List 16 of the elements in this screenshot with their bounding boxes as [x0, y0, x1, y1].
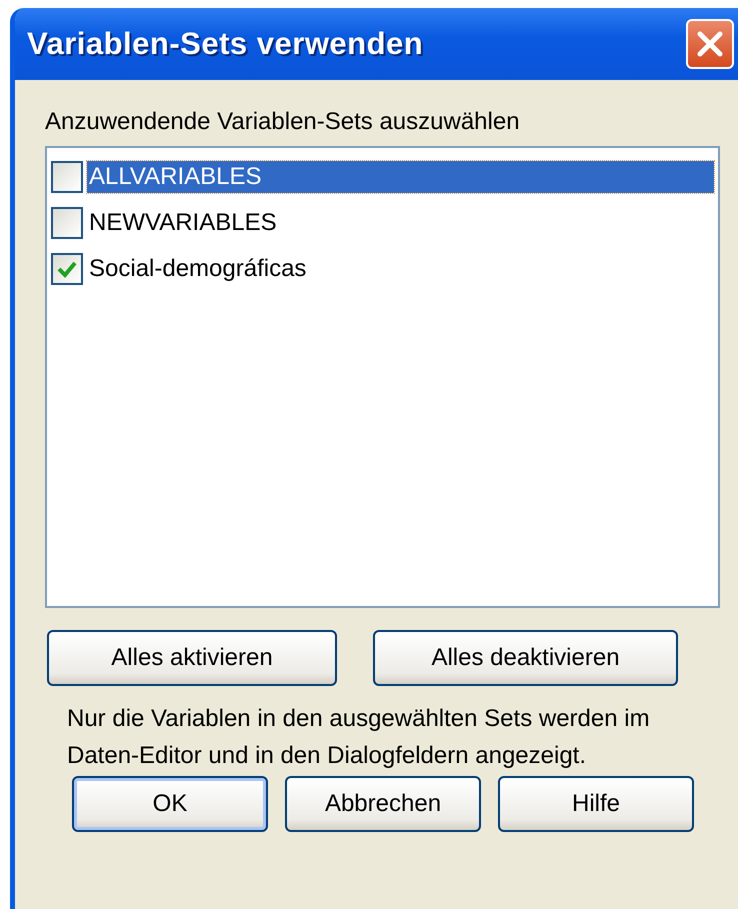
- dialog-button[interactable]: Hilfe: [498, 776, 694, 832]
- dialog-button[interactable]: OK: [72, 776, 268, 832]
- deactivate-all-button[interactable]: Alles deaktivieren: [373, 630, 678, 686]
- activate-all-button[interactable]: Alles aktivieren: [47, 630, 337, 686]
- list-item[interactable]: Social-demográficas: [87, 253, 714, 285]
- list-item[interactable]: NEWVARIABLES: [87, 207, 714, 239]
- list-label: Anzuwendende Variablen-Sets auszuwählen: [45, 108, 521, 136]
- checkbox[interactable]: [51, 207, 83, 239]
- checkbox[interactable]: [51, 253, 83, 285]
- list-item[interactable]: ALLVARIABLES: [87, 161, 714, 193]
- checkbox[interactable]: [51, 161, 83, 193]
- close-icon: [695, 29, 725, 59]
- info-text: Nur die Variablen in den ausgewählten Sets werden im Daten-Editor und in den Dialogfeldern angezeigt.: [67, 704, 651, 771]
- window-title: Variablen-Sets verwenden: [27, 26, 424, 62]
- close-button[interactable]: [686, 19, 734, 69]
- dialog-button[interactable]: Abbrechen: [285, 776, 481, 832]
